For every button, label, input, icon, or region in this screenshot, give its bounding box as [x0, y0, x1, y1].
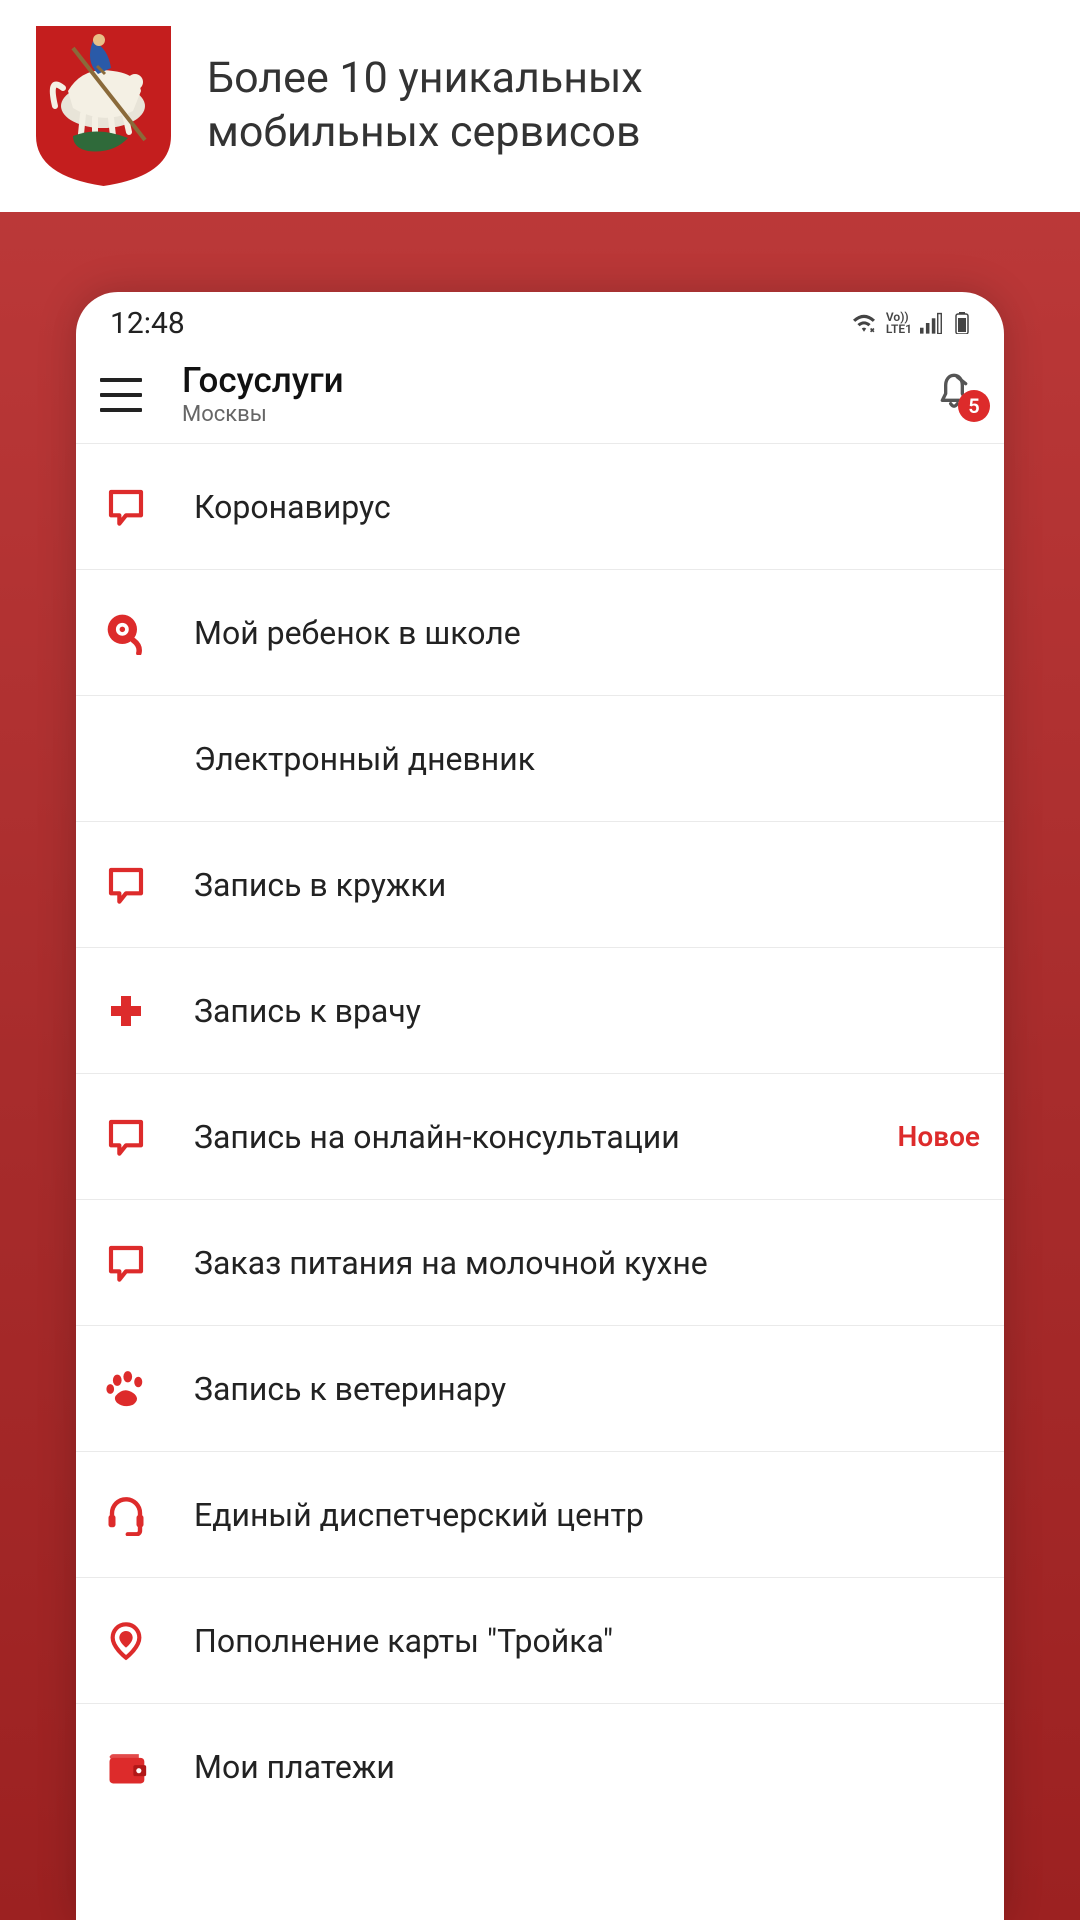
- service-item-online-consult[interactable]: Запись на онлайн-консультации Новое: [76, 1074, 1004, 1200]
- promo-header: Более 10 уникальных мобильных сервисов: [0, 0, 1080, 212]
- service-item-child-school[interactable]: Мой ребенок в школе: [76, 570, 1004, 696]
- service-item-troika[interactable]: Пополнение карты "Тройка": [76, 1578, 1004, 1704]
- notification-badge: 5: [958, 390, 990, 422]
- service-label: Заказ питания на молочной кухне: [194, 1244, 980, 1282]
- new-badge: Новое: [898, 1120, 980, 1153]
- service-label: Запись к ветеринару: [194, 1370, 980, 1408]
- phone-frame: 12:48 Vo)) LTE1: [76, 292, 1004, 1920]
- service-label: Пополнение карты "Тройка": [194, 1622, 980, 1660]
- map-pin-icon: [100, 1615, 152, 1667]
- chat-bubble-icon: [100, 1237, 152, 1289]
- service-label: Электронный дневник: [194, 740, 980, 778]
- header-title: Госуслуги: [182, 362, 934, 401]
- service-label: Запись к врачу: [194, 992, 980, 1030]
- service-item-doctor[interactable]: Запись к врачу: [76, 948, 1004, 1074]
- service-label: Запись в кружки: [194, 866, 980, 904]
- service-item-coronavirus[interactable]: Коронавирус: [76, 444, 1004, 570]
- signal-icon: [920, 312, 946, 334]
- service-item-diary[interactable]: Электронный дневник: [76, 696, 1004, 822]
- promo-tagline: Более 10 уникальных мобильных сервисов: [207, 52, 643, 160]
- paw-icon: [100, 1363, 152, 1415]
- notifications-button[interactable]: 5: [934, 372, 980, 418]
- wallet-icon: [100, 1741, 152, 1793]
- headset-icon: [100, 1489, 152, 1541]
- service-label: Запись на онлайн-консультации: [194, 1118, 886, 1156]
- status-time: 12:48: [110, 306, 185, 341]
- wifi-icon: [850, 312, 878, 334]
- moscow-coat-of-arms-icon: [36, 26, 171, 186]
- header-subtitle: Москвы: [182, 402, 934, 427]
- alarm-bell-icon: [100, 607, 152, 659]
- showcase-background: 12:48 Vo)) LTE1: [0, 212, 1080, 1920]
- battery-icon: [954, 312, 970, 334]
- network-type-icon: Vo)) LTE1: [886, 311, 912, 335]
- chat-bubble-icon: [100, 481, 152, 533]
- status-bar: 12:48 Vo)) LTE1: [76, 292, 1004, 350]
- notebook-icon: [100, 733, 152, 785]
- service-item-vet[interactable]: Запись к ветеринару: [76, 1326, 1004, 1452]
- service-item-dairy-kitchen[interactable]: Заказ питания на молочной кухне: [76, 1200, 1004, 1326]
- medical-cross-icon: [100, 985, 152, 1037]
- service-item-clubs[interactable]: Запись в кружки: [76, 822, 1004, 948]
- chat-bubble-icon: [100, 1111, 152, 1163]
- header-title-block: Госуслуги Москвы: [182, 362, 934, 428]
- service-item-dispatch[interactable]: Единый диспетчерский центр: [76, 1452, 1004, 1578]
- service-label: Мой ребенок в школе: [194, 614, 980, 652]
- menu-button[interactable]: [100, 378, 142, 412]
- services-list: Коронавирус Мой ребенок в школе Э: [76, 444, 1004, 1830]
- app-header: Госуслуги Москвы 5: [76, 350, 1004, 444]
- service-label: Коронавирус: [194, 488, 980, 526]
- status-indicators: Vo)) LTE1: [850, 311, 970, 335]
- service-label: Единый диспетчерский центр: [194, 1496, 980, 1534]
- service-label: Мои платежи: [194, 1748, 980, 1786]
- service-item-payments[interactable]: Мои платежи: [76, 1704, 1004, 1830]
- chat-bubble-icon: [100, 859, 152, 911]
